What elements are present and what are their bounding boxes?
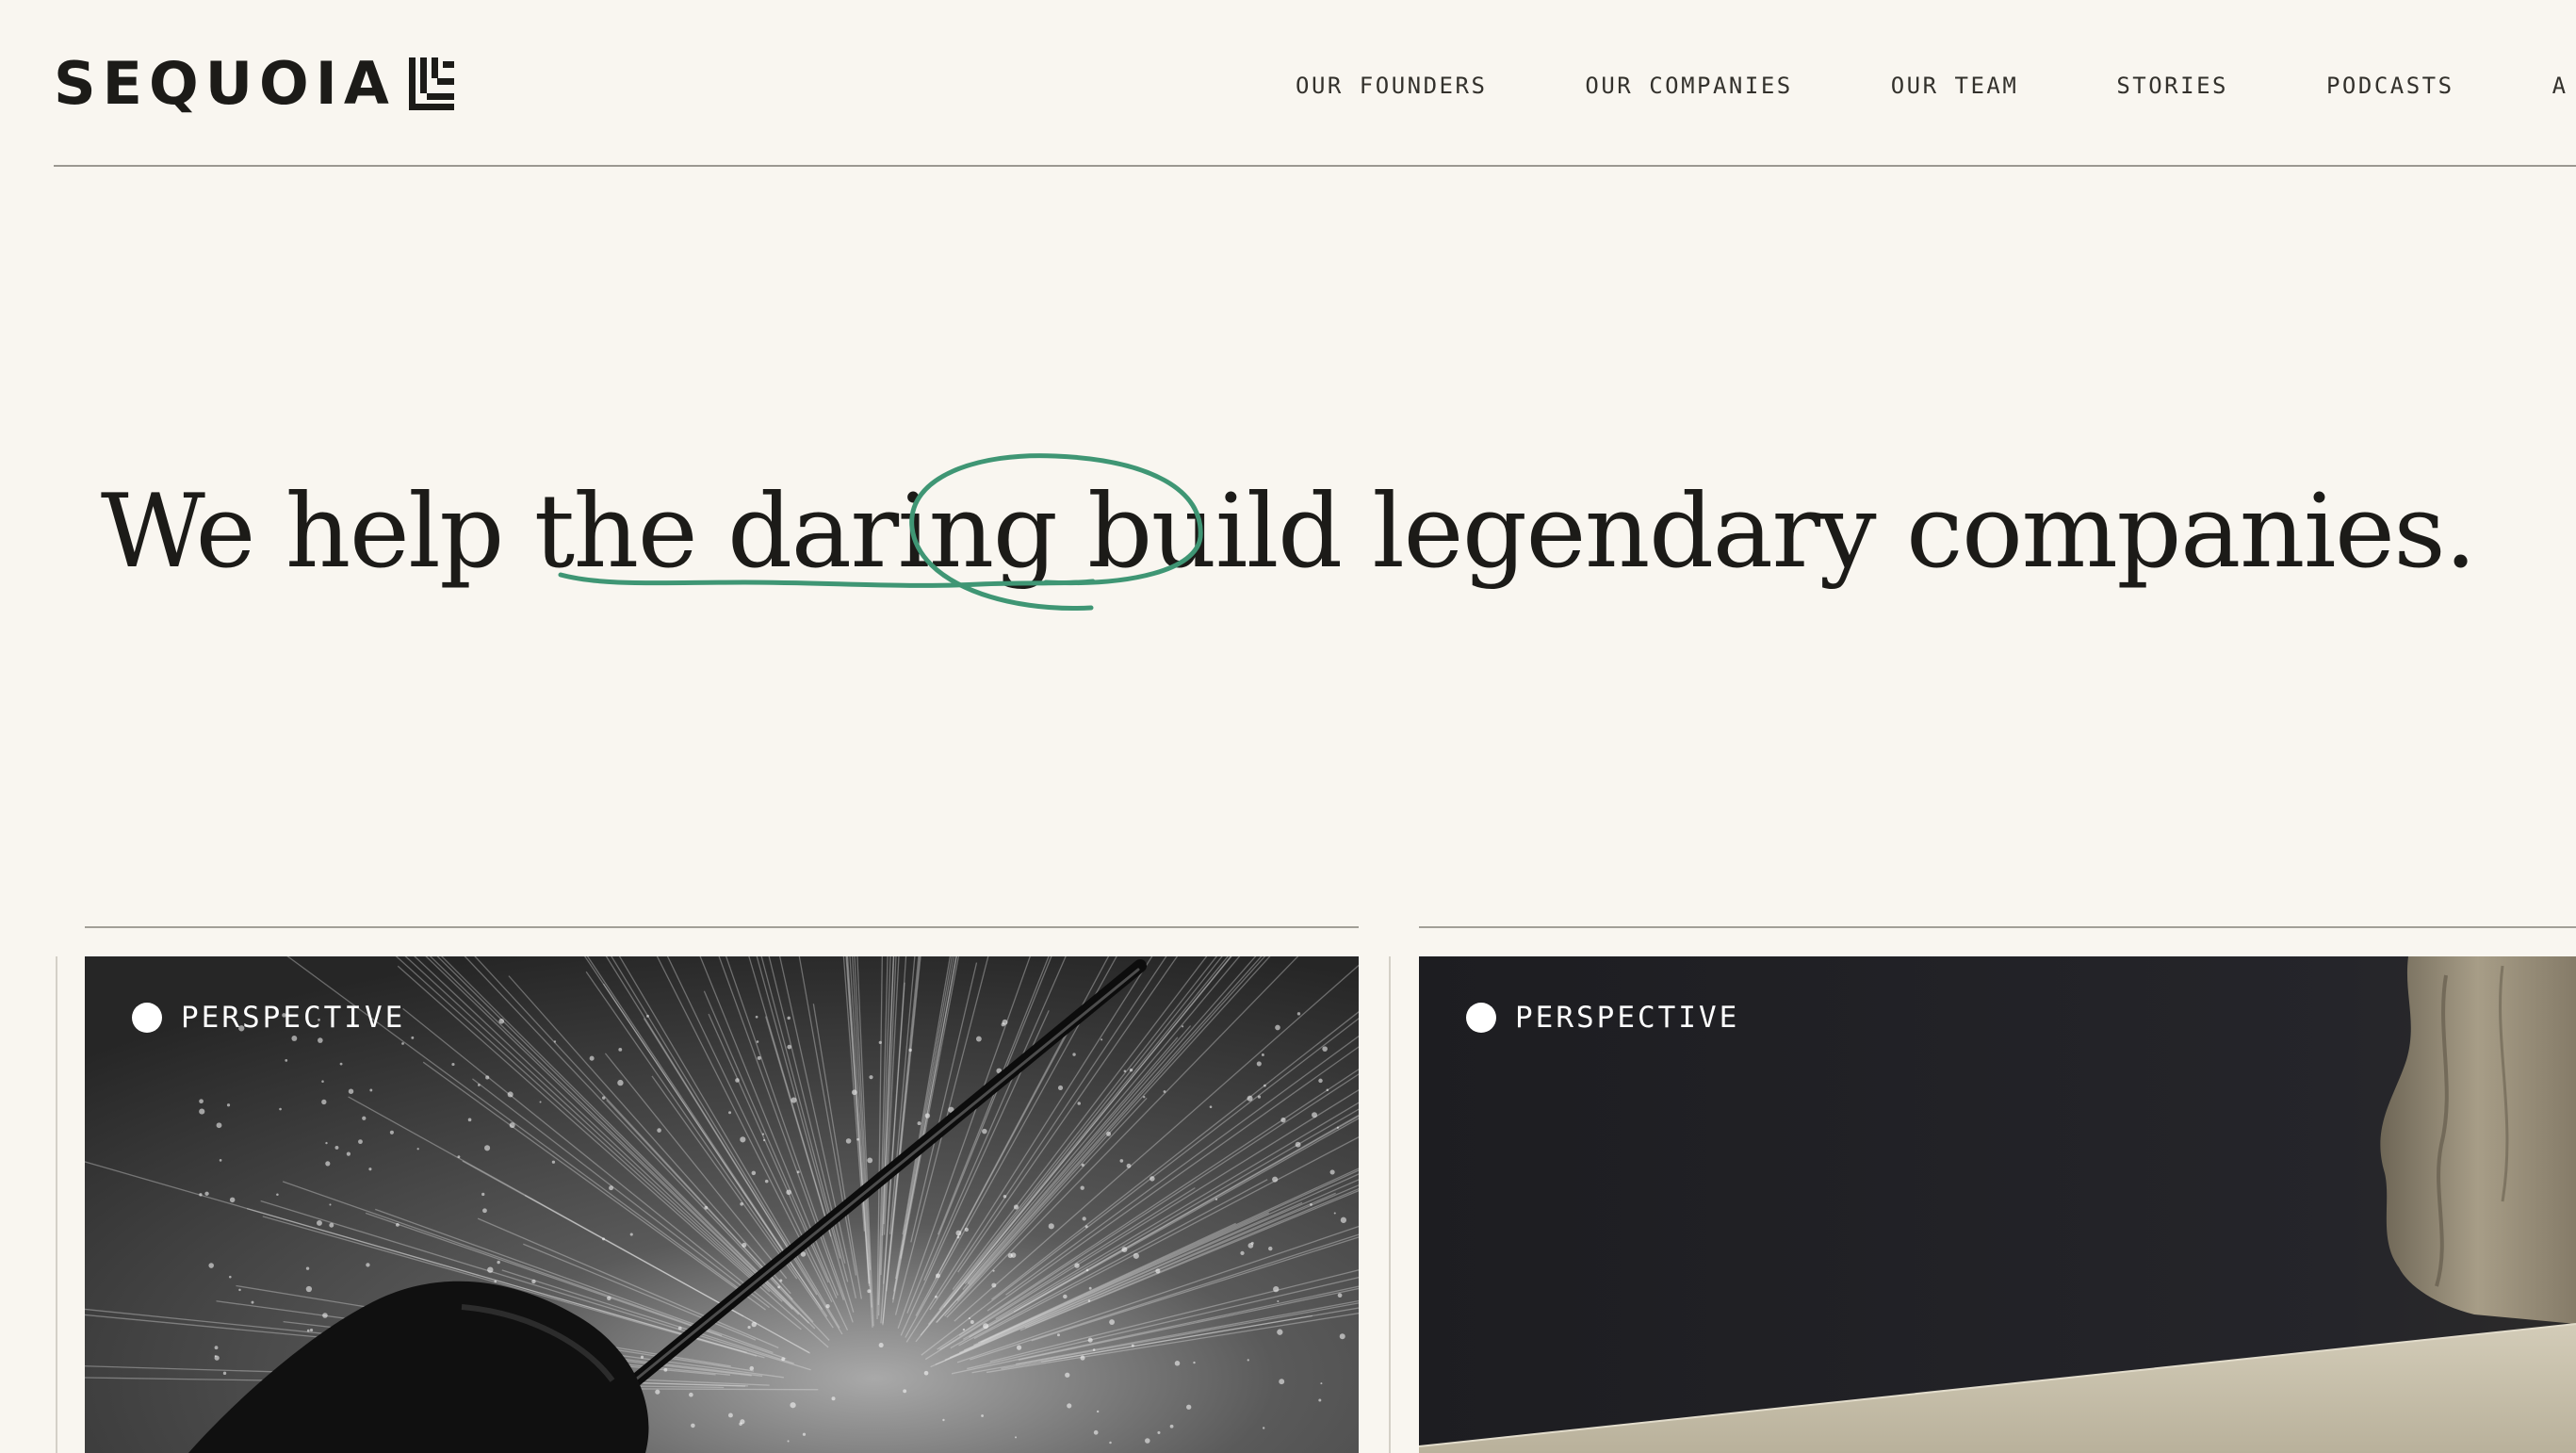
card-2-tag: PERSPECTIVE [1466, 1001, 1739, 1035]
sequoia-leaf-icon [408, 57, 454, 110]
nav-our-companies[interactable]: OUR COMPANIES [1585, 72, 1792, 100]
card-1-top-rule [85, 926, 1359, 928]
tag-dot-icon [1466, 1003, 1496, 1033]
hero-section: We help the daring build legendary compa… [0, 415, 2576, 697]
hero-headline: We help the daring build legendary compa… [0, 471, 2576, 594]
nav-podcasts[interactable]: PODCASTS [2326, 72, 2454, 100]
headline-underlined-phrase: help the [285, 473, 727, 591]
perspective-card-2[interactable]: PERSPECTIVE [1419, 956, 2576, 1453]
sequoia-logo[interactable]: SEQUOIA [54, 53, 454, 115]
card-2-left-edge [1389, 956, 1391, 1453]
tag-dot-icon [132, 1003, 162, 1033]
header-divider [54, 165, 2576, 167]
headline-part-2: build legendary companies. [1056, 473, 2477, 591]
headline-part-1: We [100, 473, 285, 591]
headline-circled-word: daring [726, 473, 1058, 591]
nav-stories[interactable]: STORIES [2116, 72, 2228, 100]
nav-our-team[interactable]: OUR TEAM [1891, 72, 2019, 100]
card-1-tag: PERSPECTIVE [132, 1001, 405, 1035]
card-2-top-rule [1419, 926, 2576, 928]
logo-wordmark: SEQUOIA [54, 49, 396, 118]
perspective-card-1[interactable]: PERSPECTIVE [85, 956, 1359, 1453]
site-header: SEQUOIA OUR FOUNDERS OUR COMPANIES OUR T… [0, 0, 2576, 167]
card-1-tag-label: PERSPECTIVE [181, 1001, 406, 1035]
card-2-tag-label: PERSPECTIVE [1515, 1001, 1740, 1035]
page: SEQUOIA OUR FOUNDERS OUR COMPANIES OUR T… [0, 0, 2576, 1453]
nav-item-truncated[interactable]: A [2552, 72, 2568, 100]
main-nav: OUR FOUNDERS OUR COMPANIES OUR TEAM STOR… [1296, 72, 2576, 100]
card-1-left-edge [56, 956, 57, 1453]
nav-our-founders[interactable]: OUR FOUNDERS [1296, 72, 1487, 100]
